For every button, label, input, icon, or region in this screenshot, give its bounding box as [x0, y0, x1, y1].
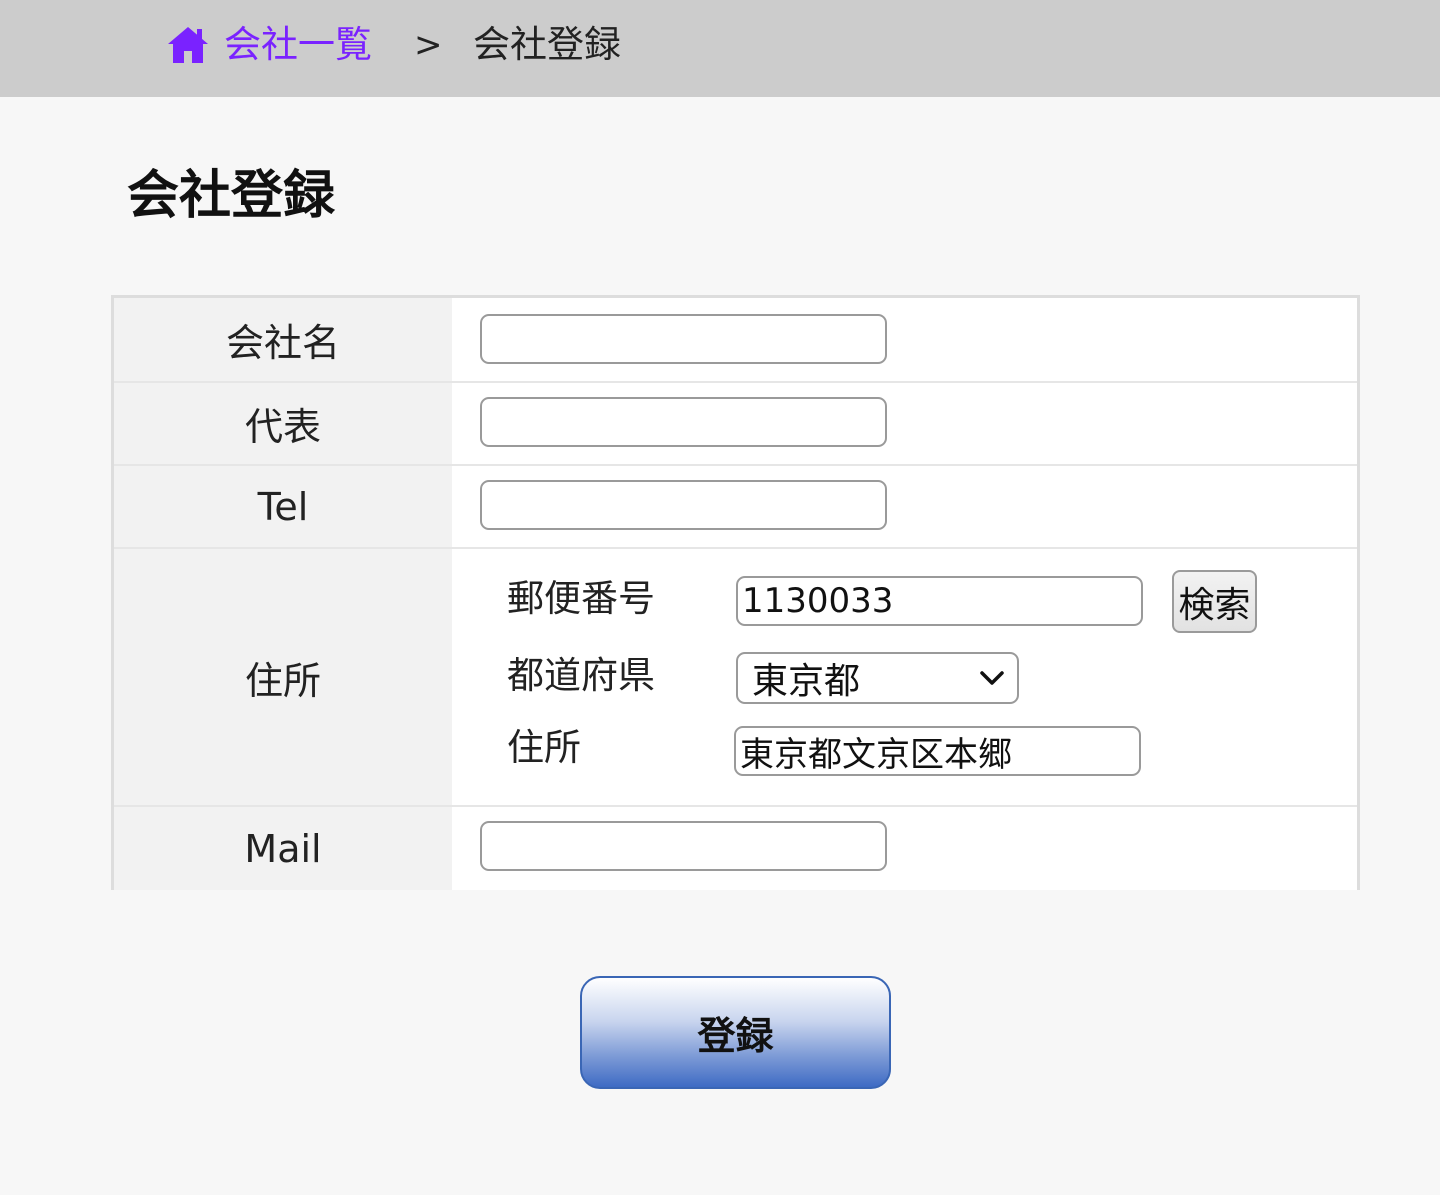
chevron-down-icon — [980, 671, 1004, 685]
address-label: 住所 — [114, 549, 452, 805]
address-cell: 郵便番号 検索 都道府県 東京都 住所 — [452, 549, 1357, 805]
mail-input[interactable] — [480, 821, 887, 871]
breadcrumb-home-label: 会社一覧 — [224, 23, 372, 66]
postal-code-input[interactable] — [736, 576, 1143, 626]
form-row-address: 住所 郵便番号 検索 都道府県 東京都 住所 — [114, 549, 1357, 807]
register-button[interactable]: 登録 — [580, 976, 891, 1089]
form-row-representative: 代表 — [114, 383, 1357, 466]
postal-code-label: 郵便番号 — [507, 577, 655, 620]
representative-cell — [452, 383, 1357, 464]
breadcrumb: 会社一覧 > 会社登録 — [0, 0, 1440, 97]
breadcrumb-separator: > — [414, 25, 443, 65]
street-address-label: 住所 — [507, 726, 581, 769]
prefecture-select[interactable]: 東京都 — [736, 652, 1019, 704]
home-icon — [168, 27, 208, 63]
prefecture-label: 都道府県 — [507, 654, 655, 697]
prefecture-selected-value: 東京都 — [752, 661, 861, 702]
tel-cell — [452, 466, 1357, 547]
postal-search-button[interactable]: 検索 — [1172, 570, 1257, 633]
company-name-input[interactable] — [480, 314, 887, 364]
mail-label: Mail — [114, 807, 452, 890]
breadcrumb-current: 会社登録 — [473, 23, 621, 66]
company-name-cell — [452, 298, 1357, 381]
tel-label: Tel — [114, 466, 452, 547]
company-form-table: 会社名 代表 Tel 住所 郵便番号 検索 都道府県 東京都 — [111, 295, 1360, 890]
form-row-mail: Mail — [114, 807, 1357, 890]
form-row-tel: Tel — [114, 466, 1357, 549]
form-row-company-name: 会社名 — [114, 298, 1357, 383]
representative-label: 代表 — [114, 383, 452, 464]
company-name-label: 会社名 — [114, 298, 452, 381]
street-address-input[interactable] — [734, 726, 1141, 776]
breadcrumb-home-link[interactable]: 会社一覧 — [166, 20, 372, 70]
mail-cell — [452, 807, 1357, 890]
page-title: 会社登録 — [127, 166, 336, 226]
tel-input[interactable] — [480, 480, 887, 530]
representative-input[interactable] — [480, 397, 887, 447]
